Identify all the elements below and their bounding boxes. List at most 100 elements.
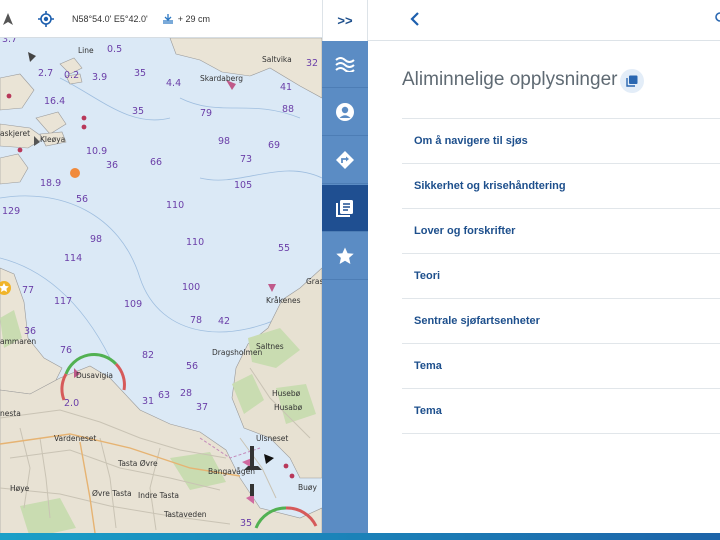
depth-label: 3.7 [2,38,17,45]
back-button[interactable] [404,8,426,30]
place-label: Kleøya [40,135,65,144]
place-label: Høye [10,484,30,493]
menu-item-theory[interactable]: Teori [402,254,720,299]
collapse-label: >> [337,13,353,28]
place-label: Vardeneset [54,434,96,443]
place-label: nesta [0,409,21,418]
depth-label: 109 [124,299,142,310]
place-label: Tasta Øvre [117,459,158,468]
depth-label: 36 [24,326,36,337]
depth-label: 98 [90,234,102,245]
info-panel: Aliminnelige opplysninger Om å navigere … [368,0,720,540]
depth-label: 0.5 [107,44,122,55]
menu-item-safety[interactable]: Sikkerhet og krisehåndtering [402,164,720,209]
waves-icon [335,57,355,72]
place-label: Dusavigia [76,371,113,380]
depth-label: 2.0 [64,398,79,409]
rail-button-route[interactable] [322,137,368,184]
depth-label: 110 [166,200,184,211]
depth-label: 110 [186,237,204,248]
place-label: Indre Tasta [138,491,179,500]
tide-icon [162,13,173,24]
depth-label: 18.9 [40,178,61,189]
depth-label: 73 [240,154,252,165]
menu-item-maritime-units[interactable]: Sentrale sjøfartsenheter [402,299,720,344]
depth-label: 88 [282,104,294,115]
depth-label: 35 [240,518,252,529]
depth-label: 105 [234,180,252,191]
user-icon [336,103,354,121]
depth-label: 16.4 [44,96,65,107]
menu-item-theme-2[interactable]: Tema [402,389,720,434]
depth-label: 4.4 [166,78,181,89]
copy-button[interactable] [620,69,644,93]
depth-label: 129 [2,206,20,217]
depth-label: 36 [106,160,118,171]
rail-button-tides[interactable] [322,41,368,88]
depth-label: 56 [76,194,88,205]
place-label: Husebø [272,389,301,398]
place-label: Bangavågen [208,467,255,476]
depth-label: 31 [142,396,154,407]
search-icon[interactable] [712,12,720,27]
depth-label: 69 [268,140,280,151]
depth-label: 98 [218,136,230,147]
depth-label: 66 [150,157,162,168]
depth-label: 79 [200,108,212,119]
menu-item-theme-1[interactable]: Tema [402,344,720,389]
depth-label: 0.2 [64,70,79,81]
place-label: Dragsholmen [212,348,262,357]
rail-button-profile[interactable] [322,89,368,136]
nautical-chart-map[interactable]: 0.5 32 3.9 35 4.4 41 2.7 0.2 16.4 35 79 88 10.9 98 73 6… [0,38,322,540]
app-window: N58°54.0' E5°42.0' + 29 cm 0.5 32 3.9 35… [0,0,720,540]
page-title: Aliminnelige opplysninger [402,69,618,90]
topic-menu: Om å navigere til sjøs Sikkerhet og kris… [402,118,720,434]
rail-button-info[interactable] [322,185,368,232]
depth-label: 3.9 [92,72,107,83]
depth-label: 28 [180,388,192,399]
depth-label: 10.9 [86,146,107,157]
place-label: Ulsneset [256,434,288,443]
coordinates-readout: N58°54.0' E5°42.0' [72,13,148,24]
place-label: Øvre Tasta [92,489,132,498]
depth-label: 32 [306,58,318,69]
place-label: ammaren [0,337,36,346]
depth-label: 35 [134,68,146,79]
place-label: Skardaberg [200,74,243,83]
depth-label: 78 [190,315,202,326]
copy-icon [626,75,638,87]
place-label: askjeret [0,129,30,138]
chevron-left-icon [410,12,419,26]
locate-icon[interactable] [38,0,54,37]
collapse-panel-button[interactable]: >> [322,0,368,41]
depth-label: 55 [278,243,290,254]
rail-button-favorites[interactable] [322,233,368,280]
north-arrow-icon[interactable] [0,0,16,37]
depth-label: 56 [186,361,198,372]
depth-label: 77 [22,285,34,296]
bottom-accent-bar [0,533,720,540]
depth-label: 117 [54,296,72,307]
depth-label: 114 [64,253,82,264]
menu-item-laws[interactable]: Lover og forskrifter [402,209,720,254]
panel-header [368,0,720,41]
depth-label: 41 [280,82,292,93]
place-label: Saltvika [262,55,292,64]
tide-readout: + 29 cm [162,0,210,37]
place-label: Gras [306,277,322,286]
depth-label: 63 [158,390,170,401]
depth-label: 42 [218,316,230,327]
tide-value: + 29 cm [177,13,210,24]
book-icon [336,200,353,217]
map-toolbar: N58°54.0' E5°42.0' + 29 cm [0,0,322,38]
place-label: Husabø [274,403,303,412]
place-label: Line [78,46,94,55]
depth-label: 2.7 [38,68,53,79]
star-icon [336,247,354,264]
menu-item-navigation[interactable]: Om å navigere til sjøs [402,119,720,164]
route-icon [336,151,354,169]
place-label: Tastaveden [163,510,207,519]
depth-label: 100 [182,282,200,293]
place-label: Buøy [298,483,317,492]
depth-label: 76 [60,345,72,356]
